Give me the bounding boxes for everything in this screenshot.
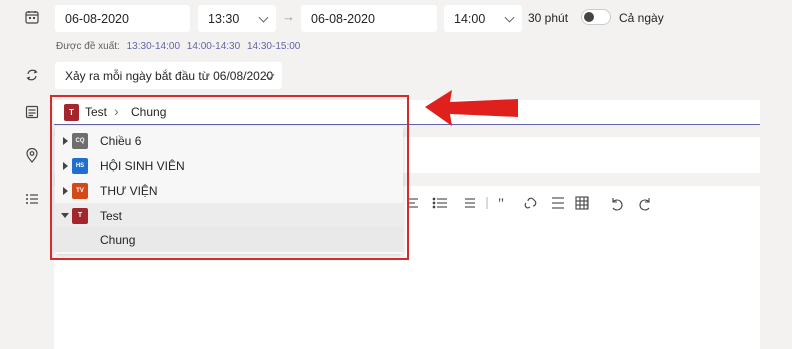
duration-label: 30 phút [528, 11, 569, 25]
location-icon [26, 148, 38, 163]
all-day-label: Cả ngày [619, 11, 664, 25]
suggested-label: Được đề xuất: [56, 41, 120, 52]
suggested-slot[interactable]: 14:00-14:30 [187, 41, 240, 52]
end-time-select[interactable]: 14:00 [444, 5, 522, 32]
all-day-toggle[interactable] [581, 9, 611, 25]
repeat-icon [26, 69, 38, 81]
start-time-value: 13:30 [208, 11, 240, 26]
suggested-slot[interactable]: 13:30-14:00 [127, 41, 180, 52]
highlight-box [50, 95, 409, 260]
recurrence-select[interactable]: Xảy ra mỗi ngày bắt đầu từ 06/08/2020 [55, 62, 282, 89]
chevron-down-icon [504, 12, 515, 23]
details-icon [26, 194, 38, 204]
editor-toolbar: " [408, 196, 650, 212]
end-date-value: 06-08-2020 [311, 11, 375, 26]
annotation-arrow [425, 90, 518, 126]
suggested-slot[interactable]: 14:30-15:00 [247, 41, 300, 52]
start-time-select[interactable]: 13:30 [198, 5, 276, 32]
start-date-field[interactable]: 06-08-2020 [55, 5, 190, 32]
svg-text:": " [498, 196, 504, 212]
recurrence-value: Xảy ra mỗi ngày bắt đầu từ 06/08/2020 [65, 68, 274, 83]
arrow-right-icon: → [282, 9, 295, 24]
chevron-down-icon [258, 12, 269, 23]
start-date-value: 06-08-2020 [65, 11, 129, 26]
end-date-field[interactable]: 06-08-2020 [301, 5, 437, 32]
channel-icon [25, 105, 39, 119]
end-time-value: 14:00 [454, 11, 486, 26]
calendar-icon [25, 11, 39, 24]
suggested-times: Được đề xuất: 13:30-14:00 14:00-14:30 14… [56, 41, 304, 52]
